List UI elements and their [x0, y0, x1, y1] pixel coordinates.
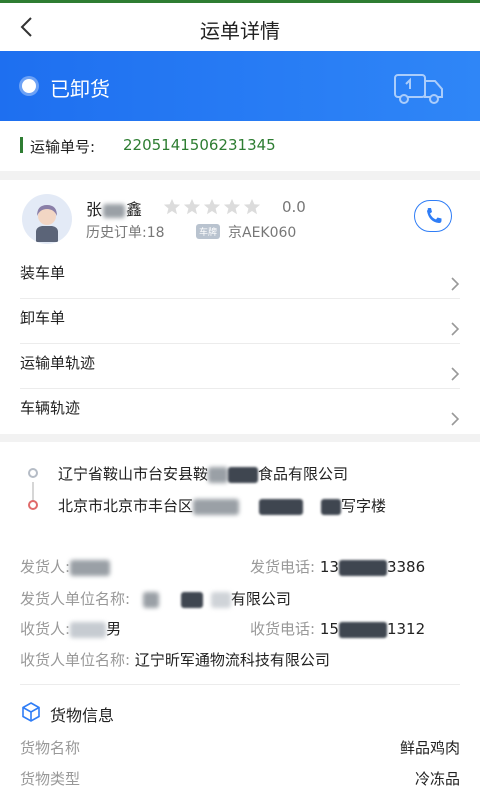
chevron-right-icon — [451, 277, 460, 291]
driver-card: 张鑫 0.0 历史订单:18 车牌 京AEK060 装车单 卸车单 运输单轨迹 … — [0, 180, 480, 434]
status-text: 已卸货 — [50, 77, 110, 101]
status-banner: 已卸货 — [0, 51, 480, 121]
sender-name: 发货人: — [20, 556, 111, 577]
phone-icon — [427, 208, 442, 223]
destination-address: 北京市北京市丰台区 写字楼 — [58, 497, 387, 515]
sender-company: 发货人单位名称: 有限公司 — [20, 590, 291, 608]
waybill-number: 2205141506231345 — [123, 136, 276, 154]
waybill-row: 运输单号: 2205141506231345 — [0, 121, 480, 171]
star-icon — [183, 198, 201, 215]
status-dot-icon — [22, 79, 36, 93]
section-divider — [20, 684, 460, 685]
origin-dot-icon — [28, 468, 38, 478]
waybill-label: 运输单号: — [30, 138, 96, 156]
license-plate: 京AEK060 — [228, 225, 297, 241]
plate-tag: 车牌 — [196, 224, 221, 239]
chevron-right-icon — [451, 367, 460, 381]
cube-icon — [22, 702, 40, 722]
star-icon — [163, 198, 181, 215]
origin-address: 辽宁省鞍山市台安县鞍 食品有限公司 — [58, 465, 349, 483]
destination-dot-icon — [28, 500, 38, 510]
driver-name: 张鑫 — [86, 200, 143, 219]
rating-stars — [163, 198, 261, 216]
sender-phone: 发货电话: 13 3386 — [250, 558, 426, 576]
menu-item-unloading-sheet[interactable]: 卸车单 — [20, 299, 460, 344]
menu-item-vehicle-track[interactable]: 车辆轨迹 — [20, 389, 460, 434]
star-icon — [223, 198, 241, 215]
order-history: 历史订单:18 — [86, 225, 165, 241]
rating-value: 0.0 — [282, 198, 306, 216]
route-card: 辽宁省鞍山市台安县鞍 食品有限公司 北京市北京市丰台区 写字楼 发货人: 发货电话:… — [0, 442, 480, 800]
avatar — [22, 194, 72, 244]
truck-icon — [394, 74, 443, 104]
chevron-right-icon — [451, 322, 460, 336]
route-connector — [32, 482, 34, 502]
redacted-name — [103, 203, 126, 218]
chevron-right-icon — [451, 412, 460, 426]
star-icon — [243, 198, 261, 215]
receiver-phone: 收货电话: 15 1312 — [250, 620, 426, 638]
cargo-section-title: 货物信息 — [50, 706, 115, 725]
nav-bar: 运单详情 — [0, 3, 480, 51]
menu-item-loading-sheet[interactable]: 装车单 — [20, 254, 460, 299]
star-icon — [203, 198, 221, 215]
call-driver-button[interactable] — [414, 200, 452, 232]
waybill-accent-bar — [20, 137, 23, 153]
receiver-name: 收货人: 男 — [20, 620, 122, 638]
menu-item-waybill-track[interactable]: 运输单轨迹 — [20, 344, 460, 389]
page-title: 运单详情 — [200, 19, 280, 43]
person-icon — [36, 205, 58, 242]
receiver-company: 收货人单位名称: 辽宁昕军通物流科技有限公司 — [20, 651, 330, 669]
